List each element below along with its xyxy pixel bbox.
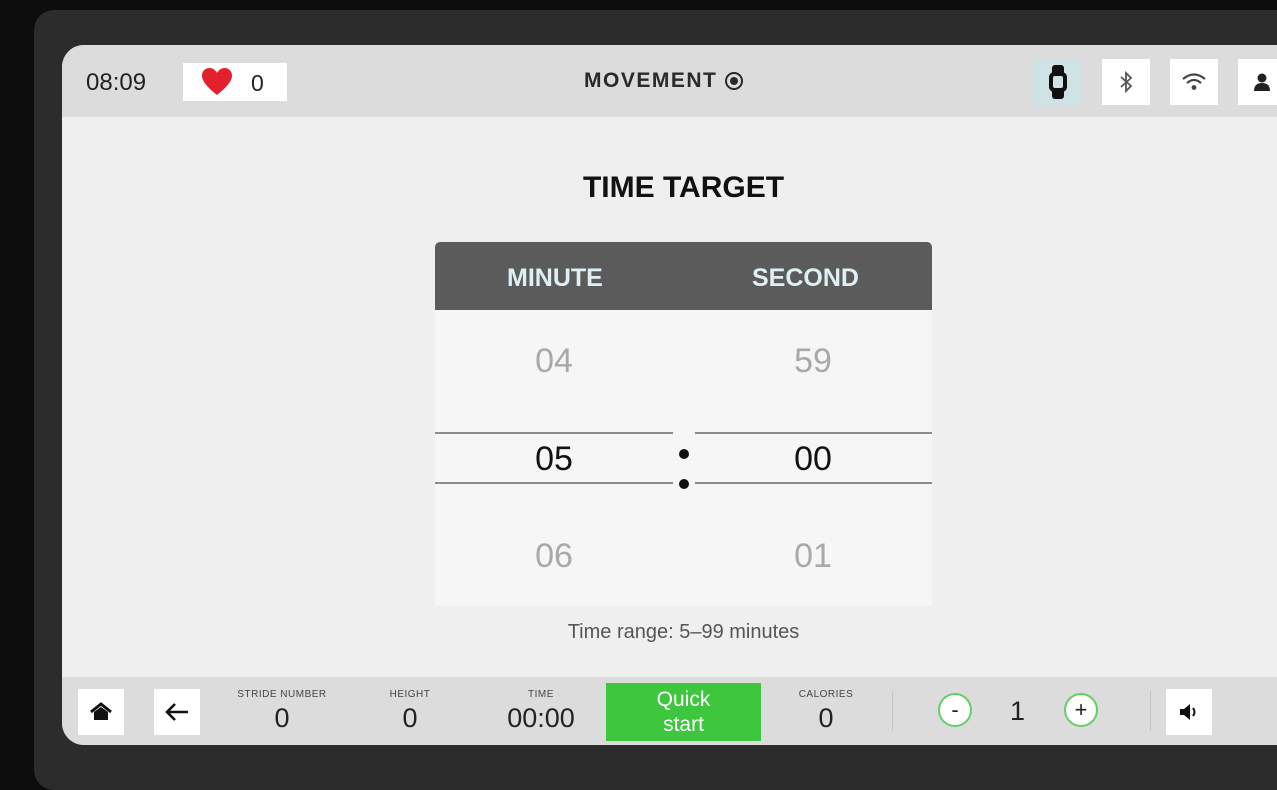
watch-button[interactable] bbox=[1034, 59, 1082, 105]
back-button[interactable] bbox=[154, 689, 200, 735]
time-stat: TIME 00:00 bbox=[481, 689, 601, 734]
colon-dot-top bbox=[679, 449, 689, 459]
quick-start-button[interactable]: Quick start bbox=[606, 683, 761, 741]
stride-number-value: 0 bbox=[274, 703, 290, 733]
height-value: 0 bbox=[402, 703, 418, 733]
height-label: HEIGHT bbox=[389, 689, 431, 700]
colon-dot-bottom bbox=[679, 479, 689, 489]
heart-icon bbox=[202, 68, 232, 95]
minute-column-header: MINUTE bbox=[507, 264, 603, 292]
minute-selection-line-bottom bbox=[435, 482, 673, 484]
minute-option-next[interactable]: 06 bbox=[494, 537, 614, 576]
level-decrease-button[interactable]: - bbox=[938, 693, 972, 727]
calories-stat: CALORIES 0 bbox=[766, 689, 886, 734]
home-icon bbox=[90, 702, 112, 720]
minus-icon: - bbox=[951, 697, 959, 722]
quick-start-label-line2: start bbox=[663, 713, 704, 736]
level-value: 1 bbox=[1010, 696, 1026, 726]
heart-rate-box: 0 bbox=[183, 63, 287, 101]
calories-label: CALORIES bbox=[798, 689, 854, 700]
clock: 08:09 bbox=[86, 69, 147, 96]
time-range-hint: Time range: 5–99 minutes bbox=[567, 621, 800, 643]
screen: 08:09 0 MOVEMENT TIME TARGET MINUTE SECO… bbox=[62, 45, 1277, 745]
time-picker: 04 05 06 59 00 01 bbox=[435, 310, 932, 606]
stride-number-label: STRIDE NUMBER bbox=[237, 689, 327, 700]
minute-selected-value[interactable]: 05 bbox=[494, 440, 614, 479]
calories-value: 0 bbox=[818, 703, 834, 733]
second-selected-value[interactable]: 00 bbox=[753, 440, 873, 479]
wifi-icon bbox=[1182, 73, 1206, 90]
home-button[interactable] bbox=[78, 689, 124, 735]
back-arrow-icon bbox=[165, 703, 188, 721]
heart-rate-value: 0 bbox=[251, 70, 264, 96]
bluetooth-icon bbox=[1120, 71, 1133, 93]
plus-icon: + bbox=[1074, 697, 1088, 722]
bottom-bar: STRIDE NUMBER 0 HEIGHT 0 TIME 00:00 Quic… bbox=[62, 677, 1277, 745]
second-column-header: SECOND bbox=[752, 264, 859, 292]
picker-header: MINUTE SECOND bbox=[435, 242, 932, 310]
second-selection-line-top bbox=[695, 432, 932, 434]
second-option-next[interactable]: 01 bbox=[753, 537, 873, 576]
brand-mark-icon bbox=[725, 72, 744, 90]
user-button[interactable] bbox=[1238, 59, 1277, 105]
second-selection-line-bottom bbox=[695, 482, 932, 484]
second-option-prev[interactable]: 59 bbox=[753, 342, 873, 381]
time-label: TIME bbox=[528, 689, 554, 700]
minute-selection-line-top bbox=[435, 432, 673, 434]
brand-text: MOVEMENT bbox=[584, 69, 718, 92]
speaker-icon bbox=[1180, 704, 1196, 720]
bluetooth-button[interactable] bbox=[1102, 59, 1150, 105]
wifi-button[interactable] bbox=[1170, 59, 1218, 105]
divider bbox=[892, 691, 893, 731]
time-value: 00:00 bbox=[507, 703, 575, 733]
level-increase-button[interactable]: + bbox=[1064, 693, 1098, 727]
top-bar: 08:09 0 MOVEMENT bbox=[62, 45, 1277, 117]
brand-logo: MOVEMENT bbox=[584, 69, 744, 93]
stride-number-stat: STRIDE NUMBER 0 bbox=[222, 689, 342, 734]
user-icon bbox=[1254, 73, 1270, 91]
watch-icon bbox=[1049, 65, 1067, 99]
height-stat: HEIGHT 0 bbox=[350, 689, 470, 734]
divider bbox=[1150, 691, 1151, 731]
quick-start-label-line1: Quick bbox=[656, 688, 711, 711]
minute-option-prev[interactable]: 04 bbox=[494, 342, 614, 381]
page-title: TIME TARGET bbox=[582, 171, 785, 204]
volume-button[interactable] bbox=[1166, 689, 1212, 735]
